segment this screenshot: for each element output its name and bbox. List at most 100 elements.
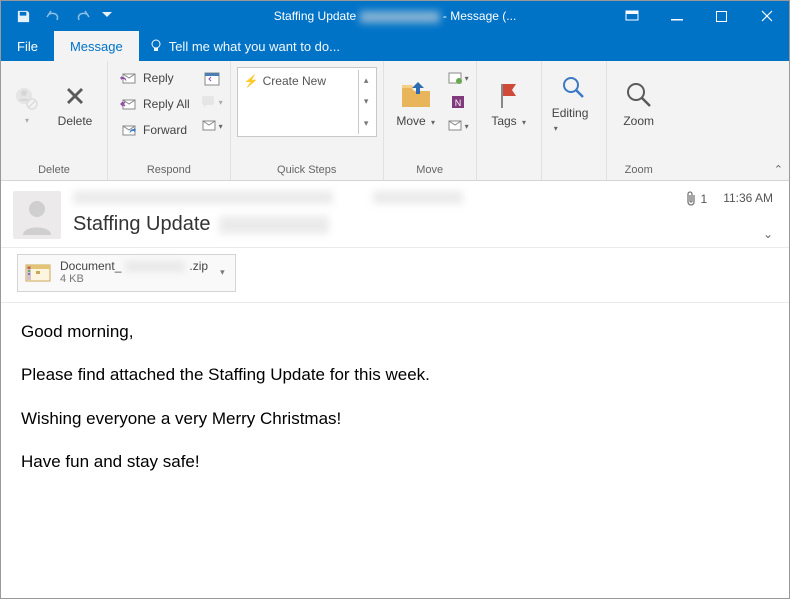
reply-all-icon bbox=[120, 97, 138, 111]
onenote-button[interactable]: N bbox=[446, 91, 470, 113]
tell-me-placeholder: Tell me what you want to do... bbox=[169, 39, 340, 54]
maximize-icon bbox=[716, 11, 727, 22]
actions-button[interactable]: ▾ bbox=[446, 115, 470, 137]
lightbulb-icon bbox=[149, 39, 163, 53]
lightning-icon: ⚡ bbox=[244, 74, 259, 88]
actions-icon bbox=[447, 119, 463, 133]
chevron-down-icon bbox=[102, 12, 112, 20]
move-button[interactable]: Move ▾ bbox=[390, 65, 442, 143]
quick-step-create-new[interactable]: ⚡ Create New bbox=[240, 70, 358, 134]
reply-label: Reply bbox=[143, 71, 174, 85]
attachment-meta: Document_.zip 4 KB bbox=[60, 259, 208, 287]
subject-redacted bbox=[219, 216, 329, 234]
expand-gallery-button[interactable]: ▾ bbox=[359, 113, 374, 134]
meeting-icon bbox=[204, 70, 220, 86]
group-delete: ▾ Delete Delete bbox=[1, 61, 108, 180]
title-suffix: - Message (... bbox=[443, 9, 516, 23]
undo-button[interactable] bbox=[39, 4, 67, 28]
zoom-button[interactable]: Zoom bbox=[613, 65, 665, 143]
tell-me-search[interactable]: Tell me what you want to do... bbox=[139, 31, 350, 61]
group-respond-label: Respond bbox=[114, 162, 224, 178]
editing-button[interactable]: Editing ▾ bbox=[548, 65, 600, 143]
sender-avatar bbox=[13, 191, 61, 239]
undo-icon bbox=[45, 9, 61, 23]
group-tags: Tags ▾ bbox=[477, 61, 542, 180]
rules-button[interactable]: ▾ bbox=[446, 67, 470, 89]
reply-all-button[interactable]: Reply All bbox=[114, 91, 196, 117]
expand-header-button[interactable]: ⌄ bbox=[763, 227, 773, 241]
message-header: Staffing Update 1 11:36 AM ⌄ bbox=[1, 181, 789, 248]
from-line bbox=[73, 191, 673, 209]
junk-icon bbox=[12, 84, 40, 112]
group-quick-steps-label: Quick Steps bbox=[237, 162, 377, 178]
title-prefix: Staffing Update bbox=[274, 9, 357, 23]
chevron-down-icon: ▾ bbox=[25, 116, 29, 125]
qat-customize-button[interactable] bbox=[99, 4, 115, 28]
forward-label: Forward bbox=[143, 123, 187, 137]
chevron-down-icon: ▾ bbox=[465, 122, 469, 131]
find-icon bbox=[560, 74, 588, 102]
collapse-ribbon-button[interactable]: ⌃ bbox=[774, 163, 783, 176]
editing-label: Editing bbox=[552, 106, 589, 120]
body-paragraph: Good morning, bbox=[21, 319, 769, 345]
group-delete-label: Delete bbox=[7, 162, 101, 178]
chevron-down-icon: ▾ bbox=[522, 118, 526, 127]
group-zoom: Zoom Zoom bbox=[607, 61, 671, 180]
reply-button[interactable]: Reply bbox=[114, 65, 196, 91]
paperclip-icon bbox=[685, 191, 697, 207]
redo-button[interactable] bbox=[69, 4, 97, 28]
onenote-icon: N bbox=[450, 94, 466, 110]
tab-bar: File Message Tell me what you want to do… bbox=[1, 31, 789, 61]
attachment-name-prefix: Document_ bbox=[60, 259, 121, 273]
ribbon-options-icon bbox=[625, 10, 639, 22]
tab-file[interactable]: File bbox=[1, 31, 54, 61]
tags-button[interactable]: Tags ▾ bbox=[483, 65, 535, 143]
sender-redacted bbox=[73, 191, 333, 204]
forward-button[interactable]: Forward bbox=[114, 117, 196, 143]
recipient-redacted bbox=[373, 191, 463, 204]
attachment-name-redacted bbox=[125, 261, 185, 272]
chevron-down-icon: ▾ bbox=[219, 98, 223, 107]
scroll-up-button[interactable]: ▴ bbox=[359, 70, 374, 91]
attachment-row: Document_.zip 4 KB ▾ bbox=[1, 248, 789, 303]
rules-icon bbox=[447, 70, 463, 86]
flag-icon bbox=[496, 80, 522, 110]
group-zoom-label: Zoom bbox=[613, 162, 665, 178]
attachment-count: 1 bbox=[701, 192, 708, 206]
attachment-chip[interactable]: Document_.zip 4 KB ▾ bbox=[17, 254, 236, 292]
delete-label: Delete bbox=[58, 114, 93, 128]
zoom-label: Zoom bbox=[623, 114, 654, 128]
maximize-button[interactable] bbox=[699, 1, 744, 31]
group-move-label: Move bbox=[390, 162, 470, 178]
subject-line: Staffing Update bbox=[73, 213, 673, 236]
person-icon bbox=[17, 195, 57, 235]
redo-icon bbox=[75, 9, 91, 23]
chevron-down-icon: ▾ bbox=[465, 74, 469, 83]
im-button[interactable]: ▾ bbox=[200, 91, 224, 113]
scroll-down-button[interactable]: ▾ bbox=[359, 91, 374, 112]
save-icon bbox=[16, 9, 31, 24]
svg-text:N: N bbox=[454, 98, 461, 108]
received-time: 11:36 AM bbox=[723, 191, 773, 205]
forward-icon bbox=[120, 123, 138, 137]
more-respond-button[interactable]: ▾ bbox=[200, 115, 224, 137]
subject-text: Staffing Update bbox=[73, 213, 211, 236]
create-new-label: Create New bbox=[263, 74, 326, 88]
close-button[interactable] bbox=[744, 1, 789, 31]
junk-button[interactable]: ▾ bbox=[7, 65, 45, 143]
ribbon-display-button[interactable] bbox=[609, 1, 654, 31]
meeting-button[interactable] bbox=[200, 67, 224, 89]
tags-label: Tags bbox=[491, 114, 516, 128]
attachment-dropdown[interactable]: ▾ bbox=[216, 267, 229, 278]
quick-steps-scroll: ▴ ▾ ▾ bbox=[358, 70, 374, 134]
save-button[interactable] bbox=[9, 4, 37, 28]
minimize-button[interactable] bbox=[654, 1, 699, 31]
attachment-indicator: 1 bbox=[685, 191, 708, 207]
quick-access-toolbar bbox=[1, 4, 115, 28]
body-paragraph: Please find attached the Staffing Update… bbox=[21, 362, 769, 388]
chat-icon bbox=[201, 95, 217, 109]
delete-button[interactable]: Delete bbox=[49, 65, 101, 143]
tab-message[interactable]: Message bbox=[54, 31, 139, 61]
quick-steps-gallery[interactable]: ⚡ Create New ▴ ▾ ▾ bbox=[237, 67, 377, 137]
attachment-size: 4 KB bbox=[60, 273, 208, 286]
